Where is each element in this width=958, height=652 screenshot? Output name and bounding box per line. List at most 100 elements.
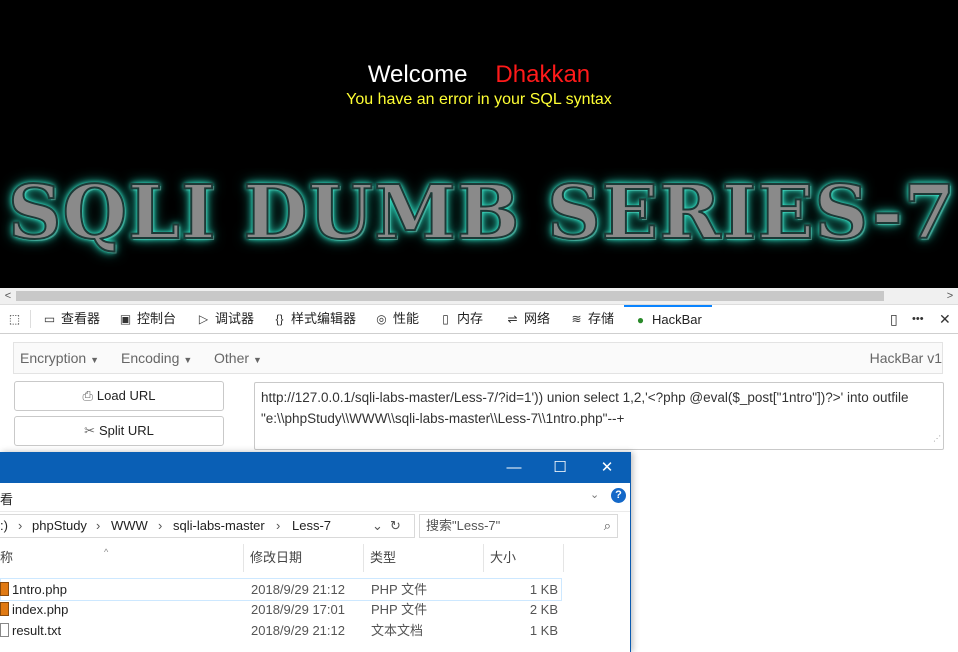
file-explorer-window: — ☐ ✕ 看 ⌄ ? :) › phpStudy › WWW › sqli-l… [0, 452, 631, 652]
welcome-line: Welcome Dhakkan [0, 60, 958, 90]
hackbar-icon: ● [636, 313, 645, 327]
element-picker-icon[interactable]: ⬚ [8, 305, 26, 333]
sort-ascending-icon: ^ [104, 547, 109, 557]
help-icon[interactable]: ? [611, 488, 626, 503]
column-modified[interactable]: 修改日期 [244, 544, 364, 572]
breadcrumb-www[interactable]: WWW [111, 515, 148, 537]
refresh-icon[interactable]: ↻ [390, 515, 401, 537]
tab-debugger[interactable]: ▷ 调试器 [197, 305, 254, 333]
column-label: 大小 [490, 550, 517, 565]
scroll-right-icon[interactable]: > [942, 288, 958, 304]
breadcrumb-sqli-labs-master[interactable]: sqli-labs-master [173, 515, 265, 537]
menu-label: Other [214, 350, 250, 366]
tab-performance[interactable]: ◎ 性能 [375, 305, 419, 333]
tab-style-editor[interactable]: {} 样式编辑器 [273, 305, 356, 333]
menu-other[interactable]: Other ▼ [214, 343, 262, 375]
breadcrumb-less-7[interactable]: Less-7 [292, 515, 331, 537]
gauge-icon: ◎ [376, 312, 387, 326]
tab-network[interactable]: ⇌ 网络 [506, 305, 550, 333]
tab-label: 网络 [524, 311, 551, 326]
horizontal-scrollbar[interactable]: < > [0, 288, 958, 305]
hackbar-menu-bar: Encryption ▼ Encoding ▼ Other ▼ HackBar v1 [13, 342, 943, 374]
url-textarea[interactable]: http://127.0.0.1/sqli-labs-master/Less-7… [254, 382, 944, 450]
file-row[interactable]: 1ntro.php 2018/9/29 21:12 PHP 文件 1 KB [0, 578, 562, 601]
sql-error-message: You have an error in your SQL syntax [346, 91, 612, 108]
tab-label: 查看器 [61, 311, 101, 326]
tab-label: 控制台 [137, 311, 177, 326]
file-type: PHP 文件 [371, 582, 428, 597]
tab-label: 存储 [588, 311, 615, 326]
text-file-icon [0, 623, 9, 637]
devtools-toolbar: ⬚ ▭ 查看器 ▣ 控制台 ▷ 调试器 {} 样式编辑器 ◎ 性能 ▯ 内存 ⇌ 网络 ≋ 存储… [0, 305, 958, 334]
breadcrumb-phpstudy[interactable]: phpStudy [32, 515, 87, 537]
file-name: result.txt [12, 623, 62, 638]
tab-memory[interactable]: ▯ 内存 [439, 305, 483, 333]
more-options-icon[interactable]: ••• [912, 305, 924, 333]
debugger-icon: ▷ [198, 312, 209, 326]
php-file-icon [0, 582, 9, 596]
close-window-icon[interactable]: ✕ [584, 452, 630, 483]
column-headers: 称 ^ 修改日期 类型 大小 [0, 544, 630, 572]
close-devtools-icon[interactable]: ✕ [939, 305, 951, 333]
file-name: 1ntro.php [12, 582, 67, 597]
tab-label: 调试器 [215, 311, 255, 326]
network-icon: ⇌ [507, 312, 518, 326]
hackbar-version: HackBar v1 [869, 350, 942, 366]
split-url-button[interactable]: ✂ Split URL [14, 416, 224, 446]
tab-inspector[interactable]: ▭ 查看器 [43, 305, 100, 333]
file-type: 文本文档 [371, 623, 424, 638]
tab-label: 样式编辑器 [291, 311, 357, 326]
column-label: 称 [0, 550, 14, 565]
column-type[interactable]: 类型 [364, 544, 484, 572]
braces-icon: {} [275, 312, 284, 326]
expand-ribbon-icon[interactable]: ⌄ [590, 488, 599, 501]
file-size: 1 KB [529, 582, 558, 597]
menu-encryption[interactable]: Encryption ▼ [20, 343, 99, 375]
file-size: 1 KB [529, 623, 558, 638]
console-icon: ▣ [119, 312, 132, 326]
toolbar-divider [30, 310, 31, 328]
address-bar[interactable]: :) › phpStudy › WWW › sqli-labs-master ›… [0, 514, 415, 538]
breadcrumb-separator-icon: › [276, 518, 281, 533]
window-title-bar[interactable]: — ☐ ✕ [0, 452, 630, 483]
breadcrumb-separator-icon: › [18, 518, 23, 533]
file-row[interactable]: result.txt 2018/9/29 21:12 文本文档 1 KB [0, 620, 560, 641]
url-text: http://127.0.0.1/sqli-labs-master/Less-7… [261, 390, 909, 426]
load-url-button[interactable]: ⎙ Load URL [14, 381, 224, 411]
button-label: Load URL [96, 388, 156, 403]
scrollbar-thumb[interactable] [16, 291, 884, 301]
tab-hackbar[interactable]: ● HackBar [624, 305, 712, 331]
address-dropdown-icon[interactable]: ⌄ [372, 515, 383, 537]
inspector-icon: ▭ [43, 312, 56, 326]
file-name: index.php [12, 602, 69, 617]
storage-icon: ≋ [571, 312, 582, 326]
tab-label: 内存 [457, 311, 484, 326]
maximize-icon[interactable]: ☐ [537, 452, 583, 483]
breadcrumb-drive[interactable]: :) [0, 515, 8, 537]
breadcrumb-separator-icon: › [158, 518, 163, 533]
minimize-icon[interactable]: — [491, 452, 537, 483]
caret-down-icon: ▼ [183, 355, 193, 365]
menu-label: Encoding [121, 350, 180, 366]
dock-icon[interactable]: ▯ [890, 305, 898, 333]
file-date: 2018/9/29 17:01 [251, 602, 345, 617]
ribbon-tab-view[interactable]: 看 [0, 489, 13, 508]
file-row[interactable]: index.php 2018/9/29 17:01 PHP 文件 2 KB [0, 599, 560, 620]
breadcrumb-separator-icon: › [96, 518, 101, 533]
search-box[interactable]: 搜索"Less-7" ⌕ [419, 514, 618, 538]
memory-icon: ▯ [442, 312, 449, 326]
search-icon: ⌕ [603, 518, 611, 533]
file-date: 2018/9/29 21:12 [251, 582, 345, 597]
web-page-content: Welcome Dhakkan You have an error in your… [0, 0, 958, 288]
php-file-icon [0, 602, 9, 616]
tab-label: 性能 [393, 311, 420, 326]
resize-grip-icon[interactable]: ⋰ [933, 428, 941, 449]
tab-console[interactable]: ▣ 控制台 [119, 305, 176, 333]
column-name[interactable]: 称 ^ [0, 544, 244, 572]
welcome-text: Welcome [367, 61, 468, 88]
tab-storage[interactable]: ≋ 存储 [570, 305, 614, 333]
menu-encoding[interactable]: Encoding ▼ [121, 343, 192, 375]
scroll-left-icon[interactable]: < [0, 288, 16, 304]
tab-label: HackBar [652, 312, 702, 327]
column-size[interactable]: 大小 [484, 544, 564, 572]
